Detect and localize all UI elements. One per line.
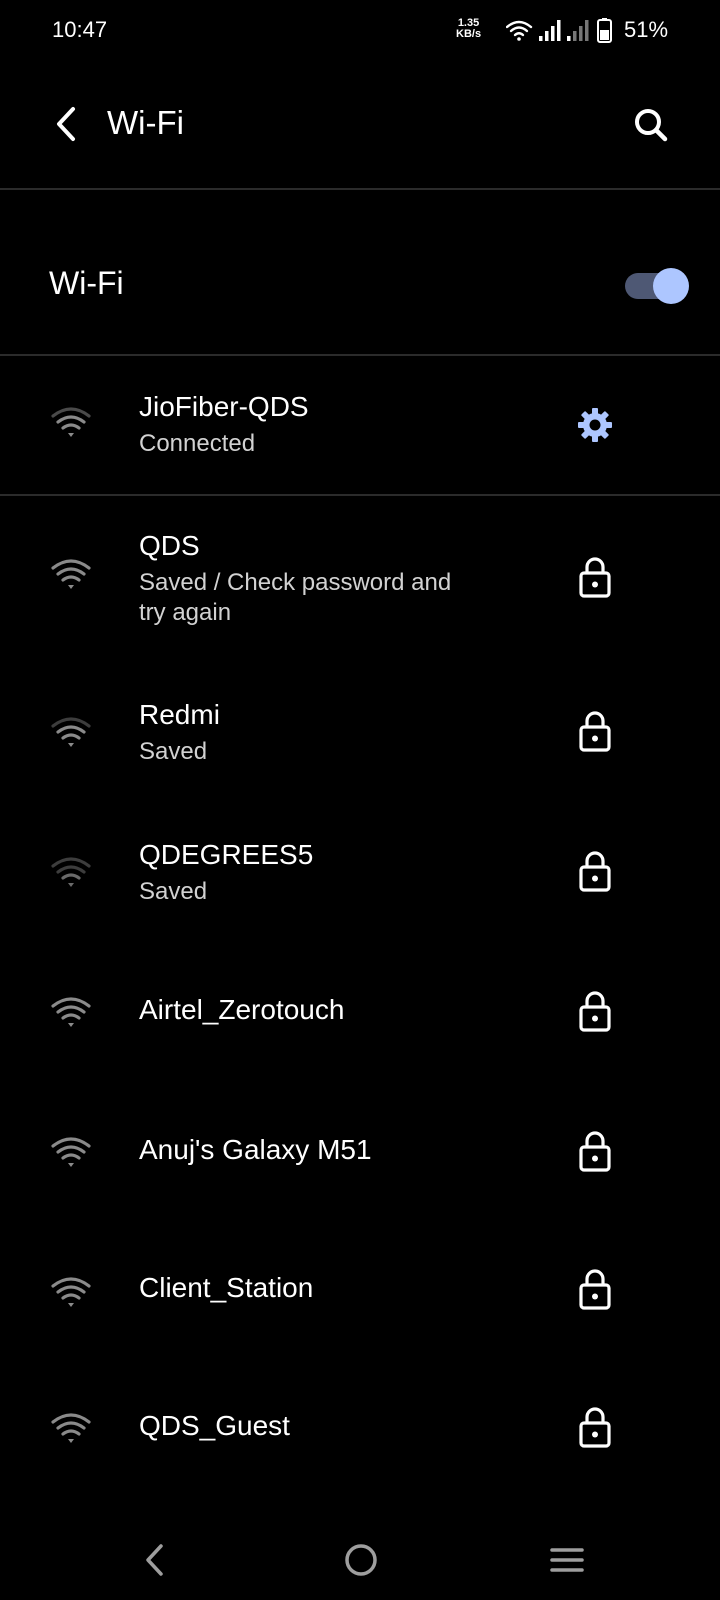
- network-name: Airtel_Zerotouch: [139, 994, 345, 1025]
- lock-icon-wrap: [572, 554, 618, 600]
- network-row[interactable]: Airtel_Zerotouch: [0, 946, 720, 1086]
- search-icon: [635, 109, 668, 142]
- nav-recents-button[interactable]: [537, 1530, 597, 1590]
- connected-network-name: JioFiber-QDS: [139, 391, 309, 422]
- lock-icon: [579, 851, 611, 892]
- page-title: Wi-Fi: [107, 104, 184, 141]
- search-button[interactable]: [626, 100, 676, 150]
- wifi-signal-icon: [51, 407, 91, 437]
- nav-back-button[interactable]: [124, 1530, 184, 1590]
- lock-icon-wrap: [572, 1404, 618, 1450]
- wifi-signal-icon: [51, 997, 91, 1027]
- system-nav-bar: [0, 1520, 720, 1600]
- lock-icon-wrap: [572, 708, 618, 754]
- back-button[interactable]: [44, 102, 88, 146]
- wifi-signal-icon: [51, 1277, 91, 1307]
- lock-icon: [579, 711, 611, 752]
- nav-home-button[interactable]: [331, 1530, 391, 1590]
- battery-percent: 51%: [624, 17, 669, 42]
- status-signal-2-icon: [567, 20, 589, 41]
- lock-icon-wrap: [572, 1128, 618, 1174]
- network-settings-button[interactable]: [572, 402, 618, 448]
- network-name: Redmi: [139, 699, 220, 730]
- network-name: QDEGREES5: [139, 839, 314, 870]
- lock-icon: [579, 557, 611, 598]
- wifi-signal-icon: [51, 1413, 91, 1443]
- wifi-signal-icon: [51, 857, 91, 887]
- wifi-master-label: Wi-Fi: [49, 265, 124, 301]
- network-name: QDS: [139, 530, 200, 561]
- network-name: QDS_Guest: [139, 1410, 290, 1441]
- network-speed: 1.35 KB/s: [456, 18, 481, 40]
- wifi-signal-icon: [51, 559, 91, 589]
- menu-icon: [550, 1548, 584, 1572]
- status-signal-icon: [539, 20, 561, 41]
- lock-icon-wrap: [572, 1266, 618, 1312]
- network-status: Saved / Check password and try again: [139, 569, 452, 626]
- network-name: Client_Station: [139, 1272, 314, 1303]
- back-arrow-icon: [57, 107, 75, 141]
- network-row[interactable]: QDEGREES5 Saved: [0, 806, 720, 946]
- network-row[interactable]: Client_Station: [0, 1226, 720, 1366]
- lock-icon: [579, 991, 611, 1032]
- gear-icon: [578, 408, 612, 442]
- network-row[interactable]: QDS Saved / Check password and try again: [0, 496, 720, 666]
- status-icons: [505, 16, 616, 51]
- lock-icon-wrap: [572, 848, 618, 894]
- network-speed-unit: KB/s: [456, 28, 482, 40]
- lock-icon-wrap: [572, 988, 618, 1034]
- lock-icon: [579, 1269, 611, 1310]
- toggle-thumb: [653, 268, 689, 304]
- status-wifi-icon: [505, 20, 533, 41]
- app-bar: Wi-Fi: [0, 64, 720, 190]
- lock-icon: [579, 1407, 611, 1448]
- wifi-master-row[interactable]: Wi-Fi: [0, 190, 720, 356]
- wifi-signal-icon: [51, 717, 91, 747]
- status-time: 10:47: [52, 17, 108, 42]
- network-row[interactable]: QDS_Guest: [0, 1366, 720, 1506]
- network-status: Saved: [139, 738, 208, 765]
- network-name: Anuj's Galaxy M51: [139, 1134, 372, 1165]
- nav-home-icon: [345, 1544, 377, 1576]
- connected-network-status: Connected: [139, 430, 256, 457]
- wifi-signal-icon: [51, 1137, 91, 1167]
- network-status: Saved: [139, 878, 208, 905]
- connected-network-row[interactable]: JioFiber-QDS Connected: [0, 356, 720, 496]
- network-row[interactable]: Anuj's Galaxy M51: [0, 1086, 720, 1226]
- status-bar: 10:47 1.35 KB/s 51%: [0, 0, 720, 64]
- wifi-toggle-switch[interactable]: [625, 268, 691, 304]
- network-row[interactable]: Redmi Saved: [0, 666, 720, 806]
- status-battery-icon: [597, 18, 612, 43]
- lock-icon: [579, 1131, 611, 1172]
- nav-back-icon: [146, 1544, 163, 1576]
